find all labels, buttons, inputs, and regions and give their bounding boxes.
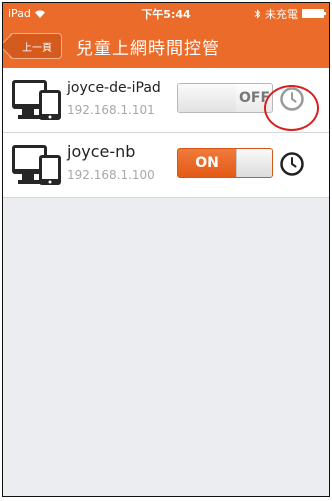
charging-status: 未充電 — [265, 7, 298, 21]
internet-toggle[interactable]: OFF — [177, 83, 273, 113]
page-title: 兒童上網時間控管 — [76, 38, 220, 59]
list-item: joyce-de-iPad 192.168.1.101 OFF — [3, 68, 329, 133]
list-item: joyce-nb 192.168.1.100 ON — [3, 133, 329, 198]
toggle-knob — [236, 149, 272, 177]
wifi-icon — [34, 9, 45, 18]
back-button-label: 上一頁 — [22, 42, 52, 54]
devices-icon — [12, 80, 61, 120]
nav-bar: 上一頁 兒童上網時間控管 — [3, 24, 329, 68]
device-label: iPad — [8, 7, 31, 20]
clock-icon[interactable] — [279, 151, 305, 177]
device-name: joyce-de-iPad — [67, 80, 161, 96]
back-button[interactable]: 上一頁 — [9, 33, 62, 59]
device-ip: 192.168.1.101 — [67, 103, 155, 117]
internet-toggle[interactable]: ON — [177, 148, 273, 178]
bluetooth-icon — [254, 8, 261, 19]
status-bar: iPad 下午5:44 未充電 — [3, 3, 329, 24]
device-name: joyce-nb — [67, 142, 136, 161]
device-list: joyce-de-iPad 192.168.1.101 OFF joyce-nb… — [3, 68, 329, 198]
toggle-label: ON — [178, 149, 236, 177]
app-frame: iPad 下午5:44 未充電 上一頁 兒童上網時間控管 joyce-de-iP… — [2, 2, 330, 497]
highlight-circle — [264, 85, 319, 131]
toggle-knob — [178, 84, 237, 112]
devices-icon — [12, 145, 61, 185]
battery-icon — [302, 9, 326, 18]
device-ip: 192.168.1.100 — [67, 168, 155, 182]
